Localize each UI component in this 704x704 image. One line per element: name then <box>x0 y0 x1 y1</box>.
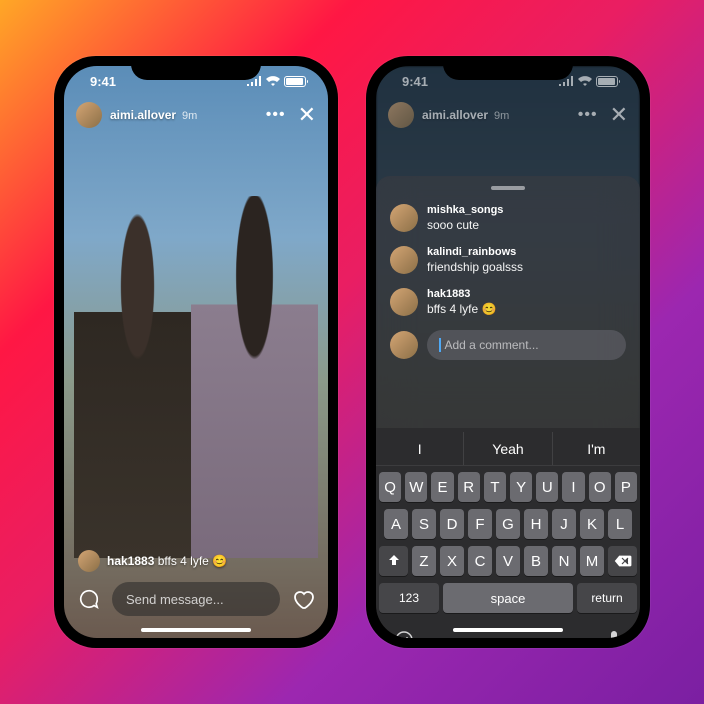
suggestion[interactable]: I <box>376 432 464 465</box>
commenter-avatar <box>390 204 418 232</box>
comment-user: hak1883 <box>427 288 626 300</box>
key-i[interactable]: I <box>562 472 584 502</box>
battery-icon <box>596 76 618 87</box>
key-c[interactable]: C <box>468 546 492 576</box>
screen-left: 9:41 aimi.allover 9m ••• ✕ hak1883 bffs … <box>64 66 328 638</box>
wifi-icon <box>578 76 592 86</box>
featured-comment-text: bffs 4 lyfe 😊 <box>158 554 227 568</box>
sheet-grabber[interactable] <box>491 186 525 190</box>
key-b[interactable]: B <box>524 546 548 576</box>
key-w[interactable]: W <box>405 472 427 502</box>
key-y[interactable]: Y <box>510 472 532 502</box>
home-indicator[interactable] <box>453 628 563 632</box>
more-icon[interactable]: ••• <box>578 107 598 123</box>
backspace-key[interactable] <box>608 546 637 576</box>
poster-avatar[interactable] <box>76 102 102 128</box>
comment-user: kalindi_rainbows <box>427 246 626 258</box>
key-f[interactable]: F <box>468 509 492 539</box>
shift-key[interactable] <box>379 546 408 576</box>
key-v[interactable]: V <box>496 546 520 576</box>
space-key[interactable]: space <box>443 583 573 613</box>
key-s[interactable]: S <box>412 509 436 539</box>
featured-comment[interactable]: hak1883 bffs 4 lyfe 😊 <box>76 550 316 572</box>
key-l[interactable]: L <box>608 509 632 539</box>
poster-username[interactable]: aimi.allover <box>110 108 176 122</box>
suggestion[interactable]: Yeah <box>464 432 552 465</box>
key-m[interactable]: M <box>580 546 604 576</box>
key-j[interactable]: J <box>552 509 576 539</box>
comments-sheet: mishka_songssooo cute kalindi_rainbowsfri… <box>376 176 640 428</box>
commenter-avatar <box>390 288 418 316</box>
return-key[interactable]: return <box>577 583 637 613</box>
comment-text: friendship goalsss <box>427 260 626 274</box>
screen-right: 9:41 aimi.allover 9m ••• ✕ mishka_songss… <box>376 66 640 638</box>
message-input[interactable]: Send message... <box>112 582 280 616</box>
comment-item[interactable]: hak1883 bffs 4 lyfe 😊 <box>390 288 626 316</box>
person-right <box>191 196 318 558</box>
person-left <box>74 196 201 558</box>
comment-item[interactable]: kalindi_rainbows friendship goalsss <box>390 246 626 274</box>
poster-username[interactable]: aimi.allover <box>422 108 488 122</box>
close-icon[interactable]: ✕ <box>610 104 628 126</box>
close-icon[interactable]: ✕ <box>298 104 316 126</box>
wifi-icon <box>266 76 280 86</box>
notch <box>443 56 573 80</box>
key-q[interactable]: Q <box>379 472 401 502</box>
featured-comment-user: hak1883 <box>107 554 154 568</box>
phone-left: 9:41 aimi.allover 9m ••• ✕ hak1883 bffs … <box>54 56 338 648</box>
key-r[interactable]: R <box>458 472 480 502</box>
key-u[interactable]: U <box>536 472 558 502</box>
comment-item[interactable]: mishka_songssooo cute <box>390 204 626 232</box>
key-d[interactable]: D <box>440 509 464 539</box>
key-o[interactable]: O <box>589 472 611 502</box>
story-footer: hak1883 bffs 4 lyfe 😊 Send message... <box>64 540 328 638</box>
comment-text: bffs 4 lyfe 😊 <box>427 302 626 316</box>
battery-icon <box>284 76 306 87</box>
story-header: aimi.allover 9m ••• ✕ <box>76 102 316 128</box>
key-t[interactable]: T <box>484 472 506 502</box>
numeric-key[interactable]: 123 <box>379 583 439 613</box>
emoji-icon[interactable] <box>394 630 414 638</box>
key-h[interactable]: H <box>524 509 548 539</box>
phone-right: 9:41 aimi.allover 9m ••• ✕ mishka_songss… <box>366 56 650 648</box>
key-e[interactable]: E <box>431 472 453 502</box>
keyboard: IYeahI'm QWERTYUIOP ASDFGHJKL ZXCVBNM 12… <box>376 428 640 638</box>
key-z[interactable]: Z <box>412 546 436 576</box>
key-x[interactable]: X <box>440 546 464 576</box>
commenter-avatar <box>78 550 100 572</box>
like-icon[interactable] <box>290 586 316 612</box>
key-n[interactable]: N <box>552 546 576 576</box>
more-icon[interactable]: ••• <box>266 107 286 123</box>
commenter-avatar <box>390 246 418 274</box>
suggestion[interactable]: I'm <box>553 432 640 465</box>
mic-icon[interactable] <box>606 630 622 638</box>
home-indicator[interactable] <box>141 628 251 632</box>
comment-icon[interactable] <box>76 586 102 612</box>
poster-avatar[interactable] <box>388 102 414 128</box>
add-comment-row: Add a comment... <box>390 330 626 360</box>
my-avatar <box>390 331 418 359</box>
comment-text: sooo cute <box>427 218 626 232</box>
comment-input[interactable]: Add a comment... <box>427 330 626 360</box>
story-timeago: 9m <box>494 110 509 122</box>
story-header: aimi.allover 9m ••• ✕ <box>388 102 628 128</box>
notch <box>131 56 261 80</box>
key-p[interactable]: P <box>615 472 637 502</box>
story-timeago: 9m <box>182 110 197 122</box>
comment-user: mishka_songs <box>427 204 626 216</box>
status-time: 9:41 <box>90 74 116 89</box>
key-a[interactable]: A <box>384 509 408 539</box>
key-g[interactable]: G <box>496 509 520 539</box>
key-k[interactable]: K <box>580 509 604 539</box>
status-time: 9:41 <box>402 74 428 89</box>
